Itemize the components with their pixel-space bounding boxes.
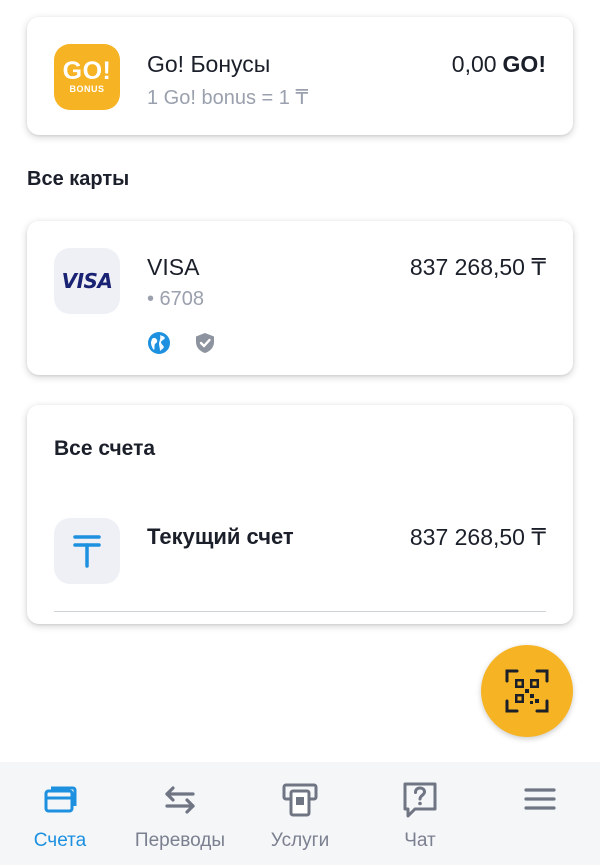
account-balance: 837 268,50 ₸ — [409, 524, 546, 550]
transfer-arrows-icon — [165, 786, 195, 814]
bottom-nav: Счета Переводы Услуги Чат — [0, 762, 600, 865]
menu-icon — [524, 788, 556, 810]
nav-item-chat[interactable]: Чат — [360, 762, 480, 865]
visa-card[interactable]: VISA VISA • 6708 837 268,50 ₸ — [27, 221, 573, 375]
nav-label-transfers: Переводы — [134, 830, 226, 851]
accounts-title: Все счета — [54, 437, 156, 460]
qr-scan-button[interactable] — [481, 645, 573, 737]
bonus-logo-bottom: BONUS — [69, 84, 105, 94]
nav-item-accounts[interactable]: Счета — [0, 762, 120, 865]
bonus-balance: 0,00 GO! — [452, 51, 546, 78]
nav-item-transfers[interactable]: Переводы — [120, 762, 240, 865]
nav-label-chat: Чат — [404, 830, 436, 851]
card-balance: 837 268,50 ₸ — [409, 254, 546, 280]
bonus-rate: 1 Go! bonus = 1 ₸ — [147, 87, 309, 109]
cards-icon — [44, 786, 77, 813]
card-name: VISA — [147, 254, 200, 280]
bonus-card[interactable]: GO! BONUS Go! Бонусы 1 Go! bonus = 1 ₸ 0… — [27, 17, 573, 135]
card-feature-icons — [147, 331, 217, 355]
shield-check-icon — [196, 333, 214, 353]
cards-section-title: Все карты — [27, 168, 130, 190]
bonus-title: Go! Бонусы — [147, 51, 271, 77]
nav-item-services[interactable]: Услуги — [240, 762, 360, 865]
account-name[interactable]: Текущий счет — [147, 524, 294, 550]
bonus-amount-value: 0,00 — [451, 51, 497, 77]
divider — [54, 611, 546, 612]
bonus-logo-top: GO! — [62, 57, 112, 85]
globe-icon — [148, 332, 170, 354]
go-bonus-logo: GO! BONUS — [54, 44, 120, 110]
nav-label-services: Услуги — [270, 830, 330, 851]
payment-terminal-icon — [282, 783, 318, 817]
card-number: • 6708 — [147, 288, 205, 310]
visa-logo: VISA — [54, 248, 120, 314]
nav-label-accounts: Счета — [33, 830, 87, 851]
bonus-currency: GO! — [502, 51, 546, 77]
tenge-icon — [54, 518, 120, 584]
qr-scan-icon — [505, 669, 549, 713]
chat-question-icon — [403, 782, 437, 818]
nav-item-menu[interactable] — [480, 762, 600, 865]
accounts-card: Все счета Текущий счет 837 268,50 ₸ — [27, 405, 573, 624]
